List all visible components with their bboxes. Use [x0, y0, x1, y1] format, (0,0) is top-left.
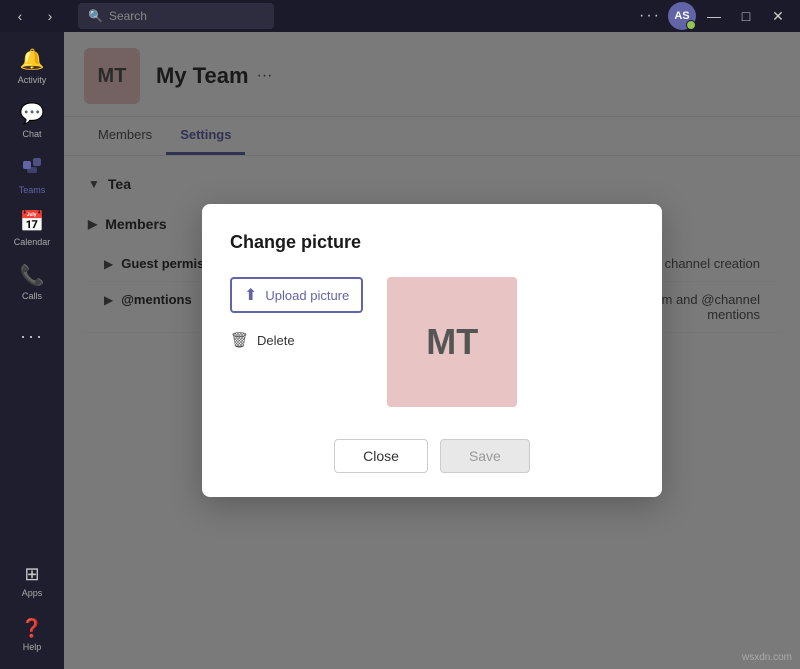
help-icon: ❓: [21, 618, 43, 639]
sidebar-label-teams: Teams: [19, 185, 46, 195]
sidebar-item-more[interactable]: ···: [6, 310, 58, 362]
sidebar-label-help: Help: [23, 642, 42, 652]
titlebar-right: ··· AS — □ ✕: [636, 2, 792, 30]
sidebar-item-teams[interactable]: Teams: [6, 148, 58, 200]
delete-button[interactable]: 🗑 Delete: [230, 325, 363, 355]
search-input[interactable]: [109, 9, 264, 23]
activity-icon: 🔔: [20, 47, 45, 72]
modal-overlay: Change picture ⬆ Upload picture 🗑 Delete…: [64, 32, 800, 669]
sidebar-item-apps[interactable]: ⊞ Apps: [6, 555, 58, 607]
titlebar-left: ‹ › 🔍: [8, 3, 284, 29]
sidebar-item-calendar[interactable]: 📅 Calendar: [6, 202, 58, 254]
upload-label: Upload picture: [265, 288, 349, 303]
main-layout: 🔔 Activity 💬 Chat Teams 📅 Calendar 📞 Cal…: [0, 32, 800, 669]
sidebar-bottom: ⊞ Apps ❓ Help: [6, 555, 58, 669]
sidebar-item-help[interactable]: ❓ Help: [6, 609, 58, 661]
delete-label: Delete: [257, 333, 295, 348]
sidebar-label-calendar: Calendar: [14, 237, 51, 247]
minimize-button[interactable]: —: [700, 2, 728, 30]
sidebar-label-activity: Activity: [18, 75, 47, 85]
watermark: wsxdn.com: [742, 652, 792, 663]
sidebar-item-activity[interactable]: 🔔 Activity: [6, 40, 58, 92]
more-options-button[interactable]: ···: [636, 2, 664, 30]
upload-icon: ⬆: [244, 285, 257, 305]
modal-save-button[interactable]: Save: [440, 439, 530, 473]
sidebar-label-apps: Apps: [22, 588, 43, 598]
calendar-icon: 📅: [20, 209, 45, 234]
trash-icon: 🗑: [230, 331, 249, 349]
sidebar-item-calls[interactable]: 📞 Calls: [6, 256, 58, 308]
search-icon: 🔍: [88, 9, 103, 23]
titlebar: ‹ › 🔍 ··· AS — □ ✕: [0, 0, 800, 32]
teams-icon: [21, 154, 43, 182]
modal-title: Change picture: [230, 232, 634, 253]
content-area: MT My Team ··· Members Settings ▼ Tea: [64, 32, 800, 669]
sidebar: 🔔 Activity 💬 Chat Teams 📅 Calendar 📞 Cal…: [0, 32, 64, 669]
modal-body: ⬆ Upload picture 🗑 Delete MT: [230, 277, 634, 407]
chat-icon: 💬: [20, 101, 45, 126]
avatar[interactable]: AS: [668, 2, 696, 30]
apps-icon: ⊞: [24, 564, 39, 585]
modal-footer: Close Save: [230, 439, 634, 473]
modal-actions-left: ⬆ Upload picture 🗑 Delete: [230, 277, 363, 355]
sidebar-label-calls: Calls: [22, 291, 42, 301]
sidebar-label-chat: Chat: [22, 129, 41, 139]
close-button[interactable]: ✕: [764, 2, 792, 30]
back-button[interactable]: ‹: [8, 4, 32, 28]
more-icon: ···: [20, 326, 44, 347]
calls-icon: 📞: [20, 263, 45, 288]
sidebar-item-chat[interactable]: 💬 Chat: [6, 94, 58, 146]
upload-picture-button[interactable]: ⬆ Upload picture: [230, 277, 363, 313]
modal-close-button[interactable]: Close: [334, 439, 428, 473]
change-picture-modal: Change picture ⬆ Upload picture 🗑 Delete…: [202, 204, 662, 497]
modal-preview: MT: [387, 277, 517, 407]
search-bar: 🔍: [78, 3, 274, 29]
maximize-button[interactable]: □: [732, 2, 760, 30]
forward-button[interactable]: ›: [38, 4, 62, 28]
